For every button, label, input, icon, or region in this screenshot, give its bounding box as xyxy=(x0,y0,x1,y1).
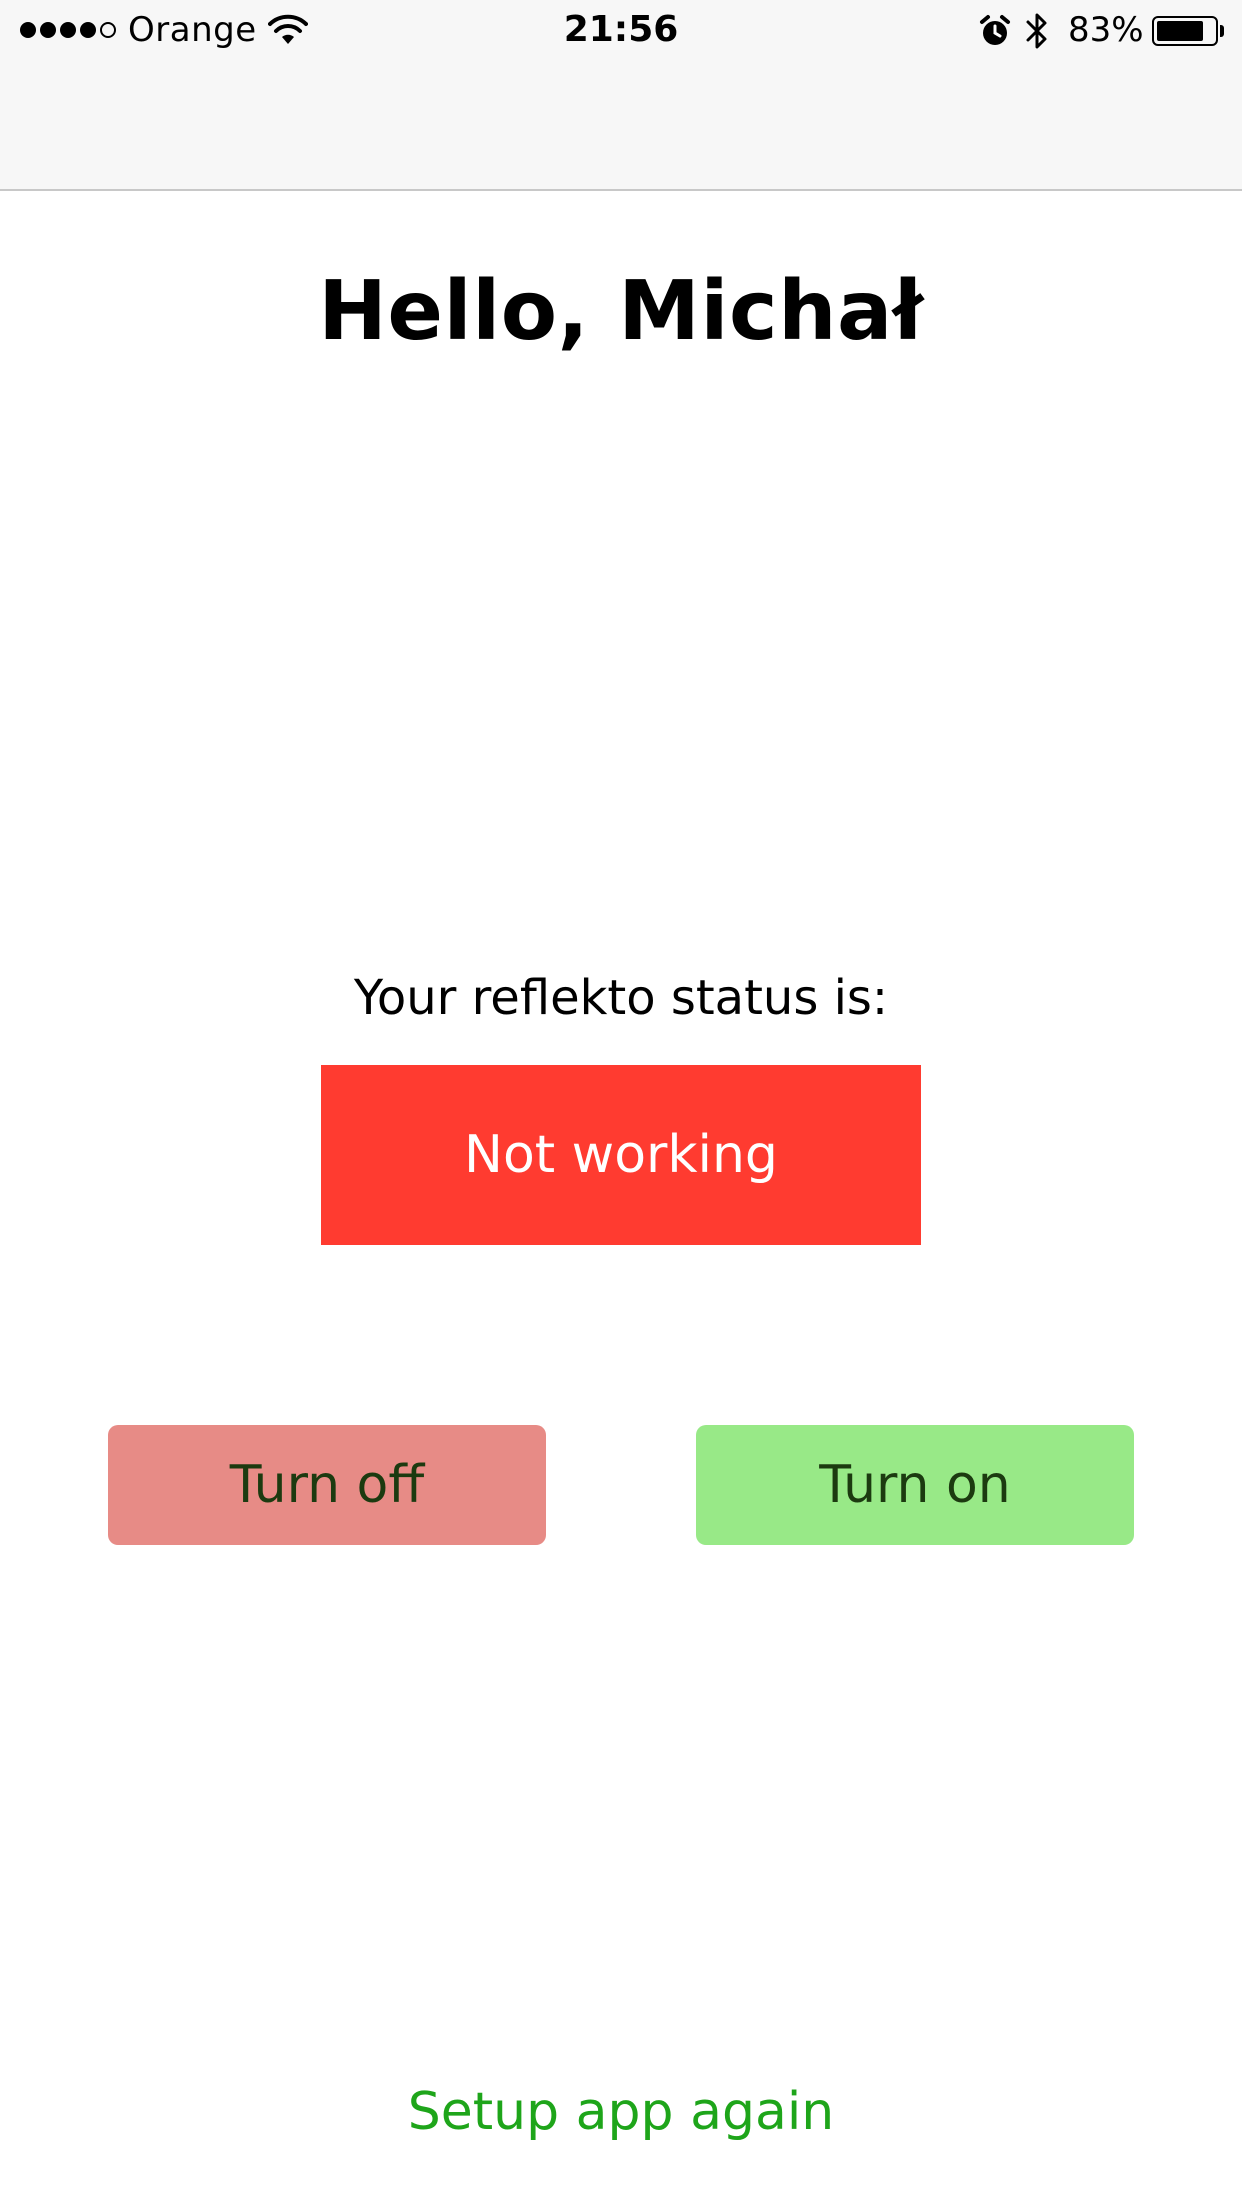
turn-on-button[interactable]: Turn on xyxy=(696,1425,1134,1545)
status-value: Not working xyxy=(464,1125,778,1185)
turn-off-label: Turn off xyxy=(229,1455,425,1515)
status-badge: Not working xyxy=(321,1065,921,1245)
turn-off-button[interactable]: Turn off xyxy=(108,1425,546,1545)
top-bar: Orange 21:56 83% xyxy=(0,0,1242,191)
battery-icon xyxy=(1152,16,1218,46)
battery-tip xyxy=(1220,25,1224,37)
greeting-title: Hello, Michał xyxy=(318,264,924,359)
battery-fill xyxy=(1157,21,1204,41)
bluetooth-icon xyxy=(1026,13,1047,49)
turn-on-label: Turn on xyxy=(819,1455,1011,1515)
alarm-icon xyxy=(980,15,1010,45)
clock: 21:56 xyxy=(563,9,679,50)
status-bar: Orange 21:56 83% xyxy=(0,0,1242,62)
battery-percent: 83% xyxy=(1068,10,1144,50)
status-label: Your reflekto status is: xyxy=(353,970,889,1026)
setup-app-again-link[interactable]: Setup app again xyxy=(0,2080,1242,2144)
